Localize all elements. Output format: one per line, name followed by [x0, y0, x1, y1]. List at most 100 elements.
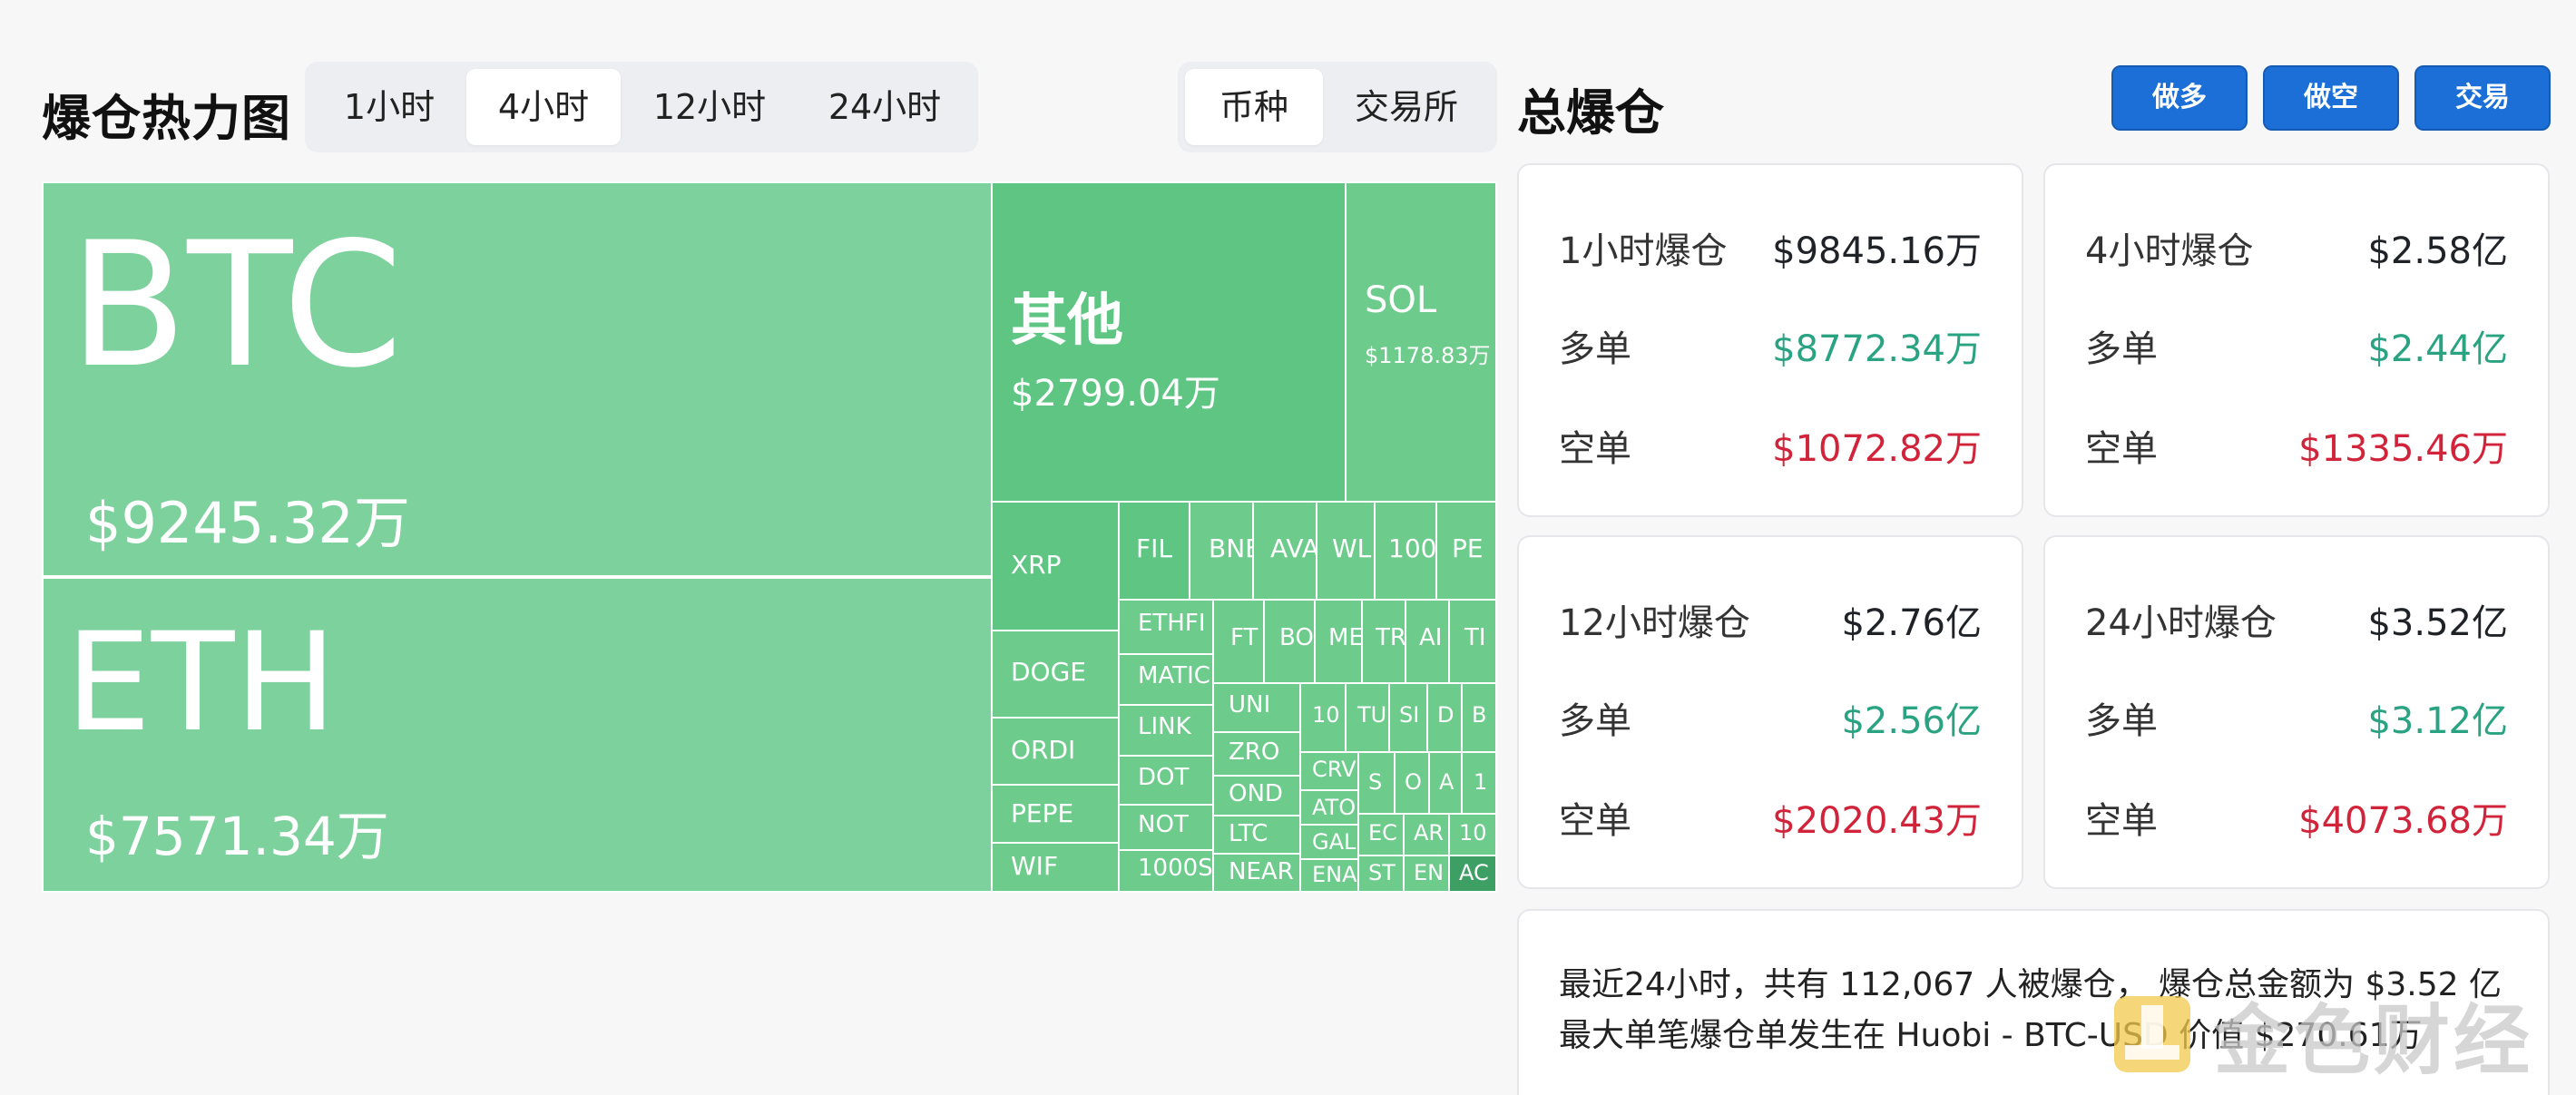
tile-eth[interactable]: ETH $7571.34万: [42, 577, 993, 893]
tab-4h[interactable]: 4小时: [466, 69, 621, 145]
total-liquidation-title: 总爆仓: [1517, 84, 1664, 142]
tile-symbol: FT: [1230, 624, 1259, 651]
tile-1000s[interactable]: 1000S: [1118, 849, 1214, 893]
tile-ai[interactable]: AI: [1405, 599, 1450, 684]
tile-tr[interactable]: TR: [1361, 599, 1406, 684]
tile-ti[interactable]: TI: [1448, 599, 1497, 684]
tile-symbol: WL: [1332, 533, 1372, 563]
stat-label: 24小时爆仓: [2085, 602, 2277, 644]
tile-me[interactable]: ME: [1314, 599, 1363, 684]
tile-ethfi[interactable]: ETHFI: [1118, 599, 1214, 655]
stat-row-total: 24小时爆仓 $3.52亿: [2085, 593, 2508, 648]
stat-row-total: 1小时爆仓 $9845.16万: [1559, 221, 1982, 276]
tile-pe[interactable]: PE: [1435, 501, 1497, 601]
tile-symbol: LINK: [1138, 713, 1191, 740]
tab-12h[interactable]: 12小时: [621, 69, 798, 145]
tile-ena[interactable]: ENA: [1299, 858, 1359, 893]
long-button[interactable]: 做多: [2111, 65, 2248, 131]
tile-1[interactable]: 1: [1461, 751, 1497, 815]
tile-sol[interactable]: SOL $1178.83万: [1345, 181, 1497, 503]
tile-atom[interactable]: ATO: [1299, 789, 1359, 826]
tile-symbol: 其他: [1011, 287, 1124, 353]
tile-zro[interactable]: ZRO: [1212, 731, 1301, 777]
tile-si[interactable]: SI: [1388, 682, 1428, 753]
tile-near[interactable]: NEAR: [1212, 853, 1301, 893]
tile-symbol: DOT: [1138, 764, 1190, 791]
stat-label: 空单: [1559, 800, 1631, 842]
stat-card-24h: 24小时爆仓 $3.52亿 多单 $3.12亿 空单 $4073.68万: [2043, 535, 2550, 889]
tile-10b[interactable]: 10: [1448, 813, 1497, 856]
stat-row-short: 空单 $1335.46万: [2085, 419, 2508, 474]
stat-row-total: 12小时爆仓 $2.76亿: [1559, 593, 1982, 648]
tile-avax[interactable]: AVA: [1252, 501, 1317, 601]
stat-total-value: $2.76亿: [1841, 602, 1982, 644]
tile-symbol: EC: [1368, 820, 1397, 846]
tile-btc[interactable]: BTC $9245.32万: [42, 181, 993, 577]
tile-s[interactable]: S: [1357, 751, 1396, 815]
tile-symbol: BNB: [1209, 533, 1252, 563]
tile-symbol: SI: [1399, 702, 1420, 728]
tile-symbol: LTC: [1229, 820, 1268, 847]
tile-ft[interactable]: FT: [1212, 599, 1265, 684]
tile-symbol: 1: [1474, 769, 1488, 795]
trade-button[interactable]: 交易: [2414, 65, 2551, 131]
stat-short-value: $4073.68万: [2298, 800, 2508, 842]
tile-ondo[interactable]: OND: [1212, 775, 1301, 816]
stat-short-value: $2020.43万: [1772, 800, 1982, 842]
short-button[interactable]: 做空: [2263, 65, 2399, 131]
tile-symbol: ENA: [1312, 862, 1357, 887]
tile-matic[interactable]: MATIC: [1118, 653, 1214, 706]
tile-symbol: PEPE: [1011, 798, 1074, 828]
tile-symbol: AR: [1414, 820, 1445, 846]
tab-1h[interactable]: 1小时: [312, 69, 466, 145]
tile-not[interactable]: NOT: [1118, 804, 1214, 851]
tab-exchange[interactable]: 交易所: [1323, 69, 1490, 145]
tile-symbol: AI: [1419, 624, 1443, 651]
tile-fil[interactable]: FIL: [1118, 501, 1190, 601]
group-by-tabs: 币种 交易所: [1178, 62, 1497, 152]
tile-symbol: TR: [1376, 624, 1406, 651]
tile-symbol: A: [1439, 769, 1455, 795]
tile-uni[interactable]: UNI: [1212, 682, 1301, 733]
tile-d[interactable]: D: [1426, 682, 1463, 753]
tile-symbol: OND: [1229, 780, 1283, 807]
tile-crv[interactable]: CRV: [1299, 751, 1359, 791]
stat-label: 多单: [1559, 328, 1631, 370]
tile-other[interactable]: 其他 $2799.04万: [991, 181, 1347, 503]
tile-wld[interactable]: WL: [1316, 501, 1376, 601]
tile-o[interactable]: O: [1394, 751, 1430, 815]
tile-symbol: SOL: [1365, 279, 1437, 321]
stat-label: 空单: [2085, 800, 2158, 842]
tile-st[interactable]: ST: [1357, 855, 1405, 893]
tile-xrp[interactable]: XRP: [991, 501, 1120, 631]
tile-ac[interactable]: AC: [1448, 855, 1497, 893]
tile-a[interactable]: A: [1428, 751, 1463, 815]
tile-symbol: XRP: [1011, 550, 1062, 580]
tile-ar[interactable]: AR: [1403, 813, 1450, 856]
tab-24h[interactable]: 24小时: [798, 69, 971, 145]
tile-symbol: ETHFI: [1138, 610, 1206, 637]
tile-ec[interactable]: EC: [1357, 813, 1405, 856]
tile-symbol: AC: [1459, 860, 1489, 885]
tile-pepe[interactable]: PEPE: [991, 784, 1120, 844]
tile-ltc[interactable]: LTC: [1212, 815, 1301, 855]
stat-label: 空单: [2085, 428, 2158, 470]
tile-doge[interactable]: DOGE: [991, 630, 1120, 719]
tile-bnb[interactable]: BNB: [1189, 501, 1254, 601]
tile-100[interactable]: 100: [1374, 501, 1437, 601]
tile-10[interactable]: 10: [1299, 682, 1347, 753]
time-range-tabs: 1小时 4小时 12小时 24小时: [305, 62, 978, 152]
tile-wif[interactable]: WIF: [991, 842, 1120, 893]
tile-symbol: ZRO: [1229, 738, 1280, 766]
tile-bo[interactable]: BO: [1263, 599, 1316, 684]
tile-link[interactable]: LINK: [1118, 704, 1214, 757]
tile-gala[interactable]: GAL: [1299, 824, 1359, 860]
tile-en[interactable]: EN: [1403, 855, 1450, 893]
tile-tu[interactable]: TU: [1345, 682, 1390, 753]
tile-b[interactable]: B: [1461, 682, 1497, 753]
stat-long-value: $2.44亿: [2367, 328, 2508, 370]
tab-coin[interactable]: 币种: [1185, 69, 1323, 145]
stat-label: 多单: [2085, 328, 2158, 370]
tile-dot[interactable]: DOT: [1118, 755, 1214, 806]
tile-ordi[interactable]: ORDI: [991, 717, 1120, 786]
